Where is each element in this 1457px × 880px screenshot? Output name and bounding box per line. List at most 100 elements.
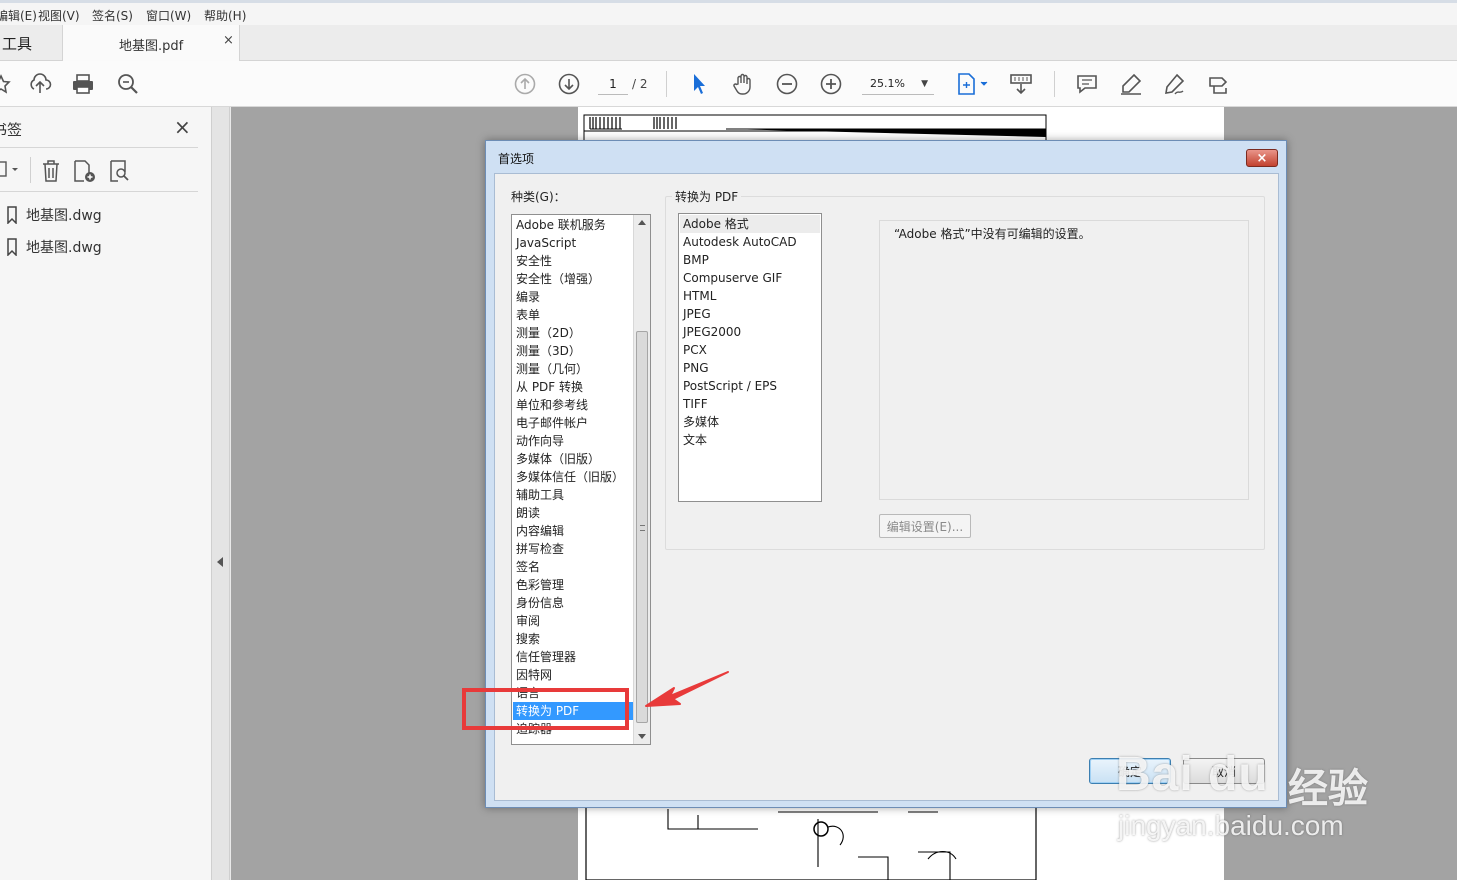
category-item[interactable]: 多媒体信任（旧版） (516, 468, 624, 486)
bookmark-icon (7, 206, 17, 224)
delete-icon[interactable] (40, 159, 62, 186)
category-item[interactable]: 朗读 (516, 504, 540, 522)
category-item[interactable]: 审阅 (516, 612, 540, 630)
bookmark-options-icon[interactable] (0, 159, 24, 184)
category-item[interactable]: 安全性（增强） (516, 270, 600, 288)
category-item[interactable]: 搜索 (516, 630, 540, 648)
panel-collapse-handle[interactable] (212, 107, 230, 880)
format-item[interactable]: 文本 (683, 431, 707, 449)
search-zoom-icon[interactable] (115, 72, 141, 96)
category-item[interactable]: 多媒体（旧版） (516, 450, 600, 468)
format-item[interactable]: JPEG (683, 305, 711, 323)
sign-icon[interactable] (1162, 72, 1188, 96)
category-item[interactable]: 因特网 (516, 666, 552, 684)
zoom-level-select[interactable]: 25.1% ▼ (862, 73, 934, 95)
menu-bar: 编辑(E) 视图(V) 签名(S) 窗口(W) 帮助(H) (0, 0, 1457, 25)
category-item[interactable]: 单位和参考线 (516, 396, 588, 414)
bookmark-icon (7, 238, 17, 256)
tab-document[interactable]: 地基图.pdf × (62, 25, 240, 61)
scroll-thumb[interactable] (636, 331, 648, 723)
scroll-mode-icon[interactable] (1008, 72, 1034, 96)
page-total: / 2 (632, 77, 648, 91)
tab-document-title: 地基图.pdf (119, 39, 184, 54)
format-item[interactable]: HTML (683, 287, 716, 305)
category-item[interactable]: Adobe 联机服务 (516, 216, 606, 234)
category-item[interactable]: 测量（几何） (516, 360, 588, 378)
category-list[interactable]: Adobe 联机服务 JavaScript 安全性 安全性（增强） 编录 表单 … (511, 214, 651, 745)
format-item[interactable]: PNG (683, 359, 709, 377)
scroll-up-icon[interactable] (638, 220, 646, 225)
page-up-icon[interactable] (512, 72, 538, 96)
bookmark-item[interactable]: 地基图.dwg (6, 205, 102, 225)
bookmarks-panel: 书签 × 地基图.dwg 地基图.dwg (0, 107, 212, 880)
hand-icon[interactable] (730, 72, 756, 96)
toolbar-separator (1054, 71, 1055, 97)
tab-close-icon[interactable]: × (223, 33, 234, 48)
category-scrollbar[interactable] (633, 215, 650, 744)
zoom-in-icon[interactable] (818, 72, 844, 96)
menu-window[interactable]: 窗口(W) (146, 7, 191, 24)
zoom-out-icon[interactable] (774, 72, 800, 96)
category-item[interactable]: 电子邮件帐户 (516, 414, 588, 432)
format-item[interactable]: Autodesk AutoCAD (683, 233, 797, 251)
comment-icon[interactable] (1074, 72, 1100, 96)
category-item[interactable]: 色彩管理 (516, 576, 564, 594)
menu-sign[interactable]: 签名(S) (92, 7, 133, 24)
format-item[interactable]: BMP (683, 251, 709, 269)
highlight-icon[interactable] (1118, 72, 1144, 96)
bookmark-search-icon[interactable] (108, 159, 132, 186)
category-item[interactable]: 测量（2D） (516, 324, 581, 342)
category-item[interactable]: 内容编辑 (516, 522, 564, 540)
menu-view[interactable]: 视图(V) (38, 7, 80, 24)
baidu-watermark-brand: 经验 (1288, 767, 1368, 811)
format-item[interactable]: Compuserve GIF (683, 269, 782, 287)
print-icon[interactable] (70, 72, 96, 96)
panel-divider (0, 147, 198, 148)
category-item[interactable]: 编录 (516, 288, 540, 306)
panel-close-icon[interactable]: × (174, 115, 191, 139)
category-item[interactable]: 签名 (516, 558, 540, 576)
format-item[interactable]: JPEG2000 (683, 323, 741, 341)
baidu-watermark-url: jingyan.baidu.com (1118, 810, 1344, 841)
menu-help[interactable]: 帮助(H) (204, 7, 246, 24)
page-down-icon[interactable] (556, 72, 582, 96)
fit-page-icon[interactable] (954, 72, 990, 96)
panel-separator (30, 157, 31, 183)
cloud-upload-icon[interactable] (27, 72, 53, 96)
select-arrow-icon[interactable] (686, 72, 712, 96)
dialog-close-icon[interactable]: × (1246, 149, 1278, 167)
category-item[interactable]: 信任管理器 (516, 648, 576, 666)
share-icon[interactable] (1206, 72, 1232, 96)
new-bookmark-icon[interactable] (72, 159, 98, 186)
tab-tools[interactable]: 工具 (0, 25, 62, 61)
category-item[interactable]: 表单 (516, 306, 540, 324)
highlight-annotation-box (462, 688, 629, 730)
star-icon[interactable] (0, 72, 14, 96)
format-item[interactable]: PostScript / EPS (683, 377, 777, 395)
category-item[interactable]: 安全性 (516, 252, 552, 270)
category-item[interactable]: 身份信息 (516, 594, 564, 612)
category-item[interactable]: 动作向导 (516, 432, 564, 450)
bookmark-item[interactable]: 地基图.dwg (6, 237, 102, 257)
menu-edit[interactable]: 编辑(E) (0, 7, 37, 24)
category-item[interactable]: 从 PDF 转换 (516, 378, 583, 396)
panel-divider (0, 191, 198, 192)
red-arrow-annotation (645, 671, 729, 707)
category-item[interactable]: 测量（3D） (516, 342, 581, 360)
format-item[interactable]: TIFF (683, 395, 708, 413)
settings-info-text: “Adobe 格式”中没有可编辑的设置。 (894, 227, 1091, 241)
format-list[interactable]: Adobe 格式 Autodesk AutoCAD BMP Compuserve… (678, 213, 822, 502)
page-number-input[interactable]: 1 (598, 73, 628, 95)
toolbar-separator (666, 71, 667, 97)
edit-settings-button[interactable]: 编辑设置(E)... (879, 514, 971, 538)
format-item[interactable]: 多媒体 (683, 413, 719, 431)
category-item[interactable]: JavaScript (516, 234, 576, 252)
format-item-selected[interactable]: Adobe 格式 (680, 215, 820, 233)
format-item[interactable]: PCX (683, 341, 707, 359)
zoom-level-value: 25.1% (870, 77, 905, 90)
scroll-down-icon[interactable] (638, 734, 646, 739)
bookmark-label: 地基图.dwg (26, 208, 102, 224)
category-item[interactable]: 拼写检查 (516, 540, 564, 558)
category-item[interactable]: 辅助工具 (516, 486, 564, 504)
section-label: 转换为 PDF (672, 188, 742, 205)
